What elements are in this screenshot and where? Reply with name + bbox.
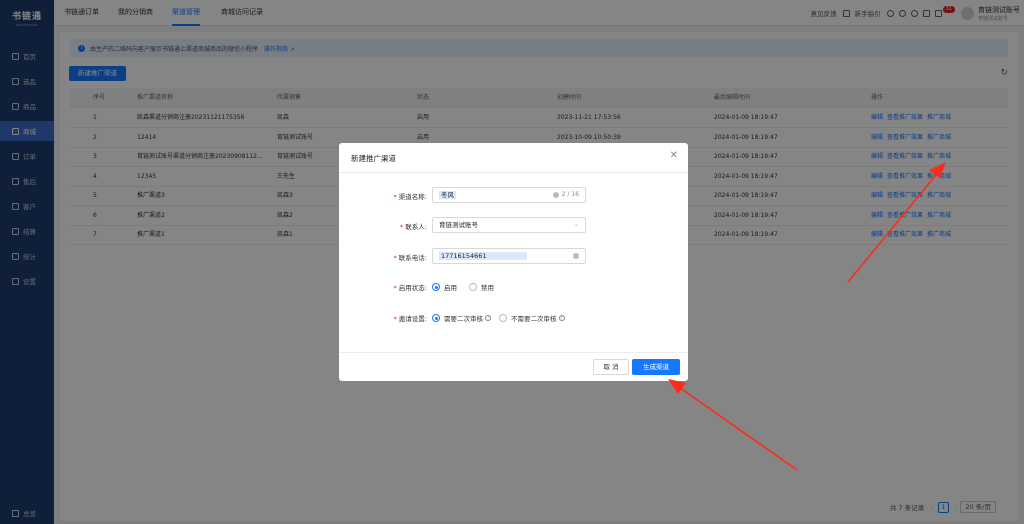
clear-icon[interactable] [553,192,559,198]
close-icon[interactable]: ✕ [670,150,678,161]
phone-label: * 联系电话: [393,254,427,262]
help-icon[interactable]: ? [558,315,565,321]
invite-radio-group: 需要二次审核 ? 不需要二次审核 ? [432,313,573,323]
chevron-down-icon: ⌄ [573,221,579,228]
phone-input[interactable]: 17716154661 [432,248,586,264]
invite-label: * 邀请设置: [393,315,427,323]
invite-no-review-label[interactable]: 不需要二次审核 [511,313,557,323]
phone-value: 17716154661 [439,252,527,260]
invite-no-review-radio[interactable] [499,314,507,322]
help-icon[interactable]: ? [485,315,491,321]
name-label: * 渠道名称: [393,193,427,201]
new-channel-dialog: 新建推广渠道 ✕ * 渠道名称: 冬风 2 / 16 * 联系人: 育链测试账号 ⌄… [339,143,688,381]
status-off-radio[interactable] [469,283,477,291]
invite-review-label[interactable]: 需要二次审核 [444,313,483,323]
status-off-label[interactable]: 禁用 [481,282,494,292]
dialog-divider [339,172,688,173]
status-radio-group: 启用 禁用 [432,282,494,292]
contact-value: 育链测试账号 [439,221,478,229]
clear-icon[interactable] [573,253,579,259]
invite-review-radio[interactable] [432,314,440,322]
status-on-radio[interactable] [432,283,440,291]
channel-name-value: 冬风 [439,191,456,199]
cancel-button[interactable]: 取 消 [593,359,629,375]
char-count: 2 / 16 [561,191,579,198]
dialog-title: 新建推广渠道 [351,154,396,163]
create-channel-button[interactable]: 生成渠道 [632,359,680,375]
channel-name-input[interactable]: 冬风 2 / 16 [432,187,586,203]
status-label: * 启用状态: [393,284,427,292]
status-on-label[interactable]: 启用 [444,282,457,292]
contact-select[interactable]: 育链测试账号 ⌄ [432,217,586,233]
contact-label: * 联系人: [400,223,427,231]
dialog-footer-divider [339,352,688,353]
